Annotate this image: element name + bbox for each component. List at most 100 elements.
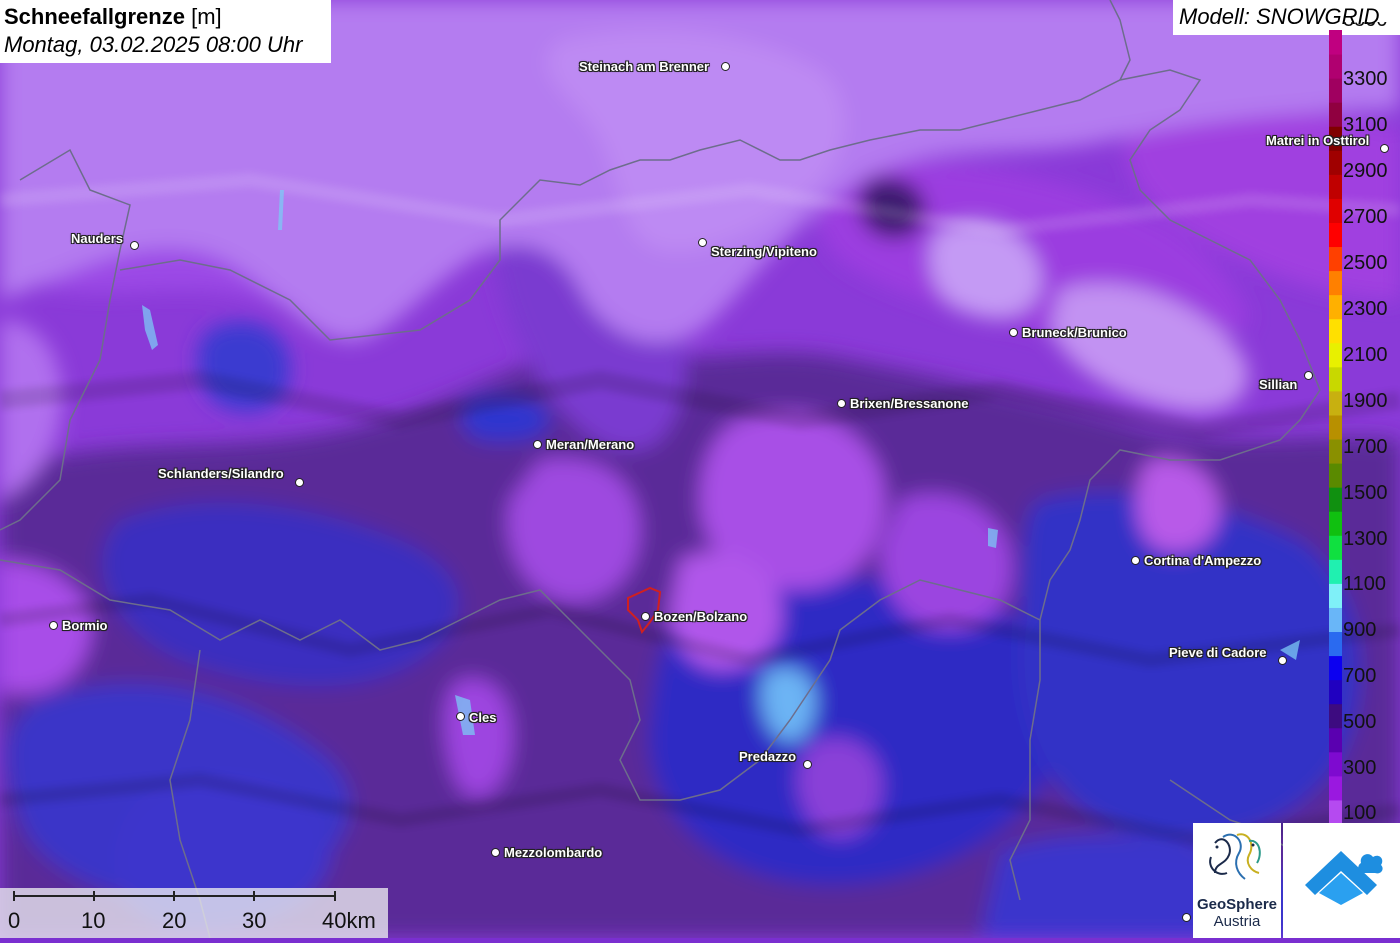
legend-swatch: [1329, 727, 1342, 753]
city-label: Schlanders/Silandro: [158, 466, 284, 481]
weather-app-logo[interactable]: [1283, 823, 1400, 938]
legend-label: 1700: [1343, 436, 1388, 458]
scale-bar: 0 10 20 30 40km: [0, 888, 388, 938]
city-marker[interactable]: [1380, 144, 1389, 153]
weather-app-icon: [1305, 851, 1383, 905]
legend-label: 100: [1343, 802, 1377, 824]
legend-swatch: [1329, 751, 1342, 777]
legend-label: 300: [1343, 757, 1377, 779]
legend-label: 2100: [1343, 344, 1388, 366]
color-legend: 3500 3300 3100 2900 2700 2500 2300 2100 1900 1700…: [1329, 22, 1400, 824]
city-label: Cles: [469, 710, 497, 725]
legend-label: 500: [1343, 711, 1377, 733]
map-title-main: Schneefallgrenze: [4, 4, 185, 29]
city-label: Predazzo: [739, 749, 797, 764]
geosphere-logo[interactable]: GeoSphere Austria: [1193, 823, 1281, 938]
legend-swatch: [1329, 463, 1342, 488]
scale-label-0: 0: [8, 908, 21, 933]
legend-swatch: [1329, 631, 1342, 657]
city-marker[interactable]: [698, 238, 707, 247]
scale-label-30: 30: [242, 908, 267, 933]
city-marker[interactable]: [1009, 328, 1018, 337]
city-label: Pieve di Cadore: [1169, 645, 1267, 660]
geosphere-emblem-icon: [1209, 833, 1261, 880]
legend-swatch: [1329, 150, 1342, 175]
city-label: Mezzolombardo: [504, 845, 603, 860]
legend-swatch: [1329, 655, 1342, 681]
legend-swatch: [1329, 559, 1342, 584]
city-marker[interactable]: [641, 612, 650, 621]
city-marker[interactable]: [1304, 371, 1313, 380]
legend-label: 2900: [1343, 160, 1388, 182]
legend-swatch: [1329, 607, 1342, 633]
map-title: Schneefallgrenze [m]: [4, 3, 327, 31]
legend-swatch: [1329, 102, 1342, 127]
legend-swatch: [1329, 198, 1342, 223]
city-marker[interactable]: [803, 760, 812, 769]
city-label: Cortina d'Ampezzo: [1144, 553, 1262, 568]
city-marker[interactable]: [130, 241, 139, 250]
city-label: Bruneck/Brunico: [1022, 325, 1127, 340]
legend-swatch: [1329, 414, 1342, 440]
legend-label-partial: 3500: [1343, 22, 1388, 30]
city-label: Brixen/Bressanone: [850, 396, 969, 411]
city-marker[interactable]: [295, 478, 304, 487]
city-label: Steinach am Brenner: [579, 59, 710, 74]
legend-swatch: [1329, 270, 1342, 296]
city-marker[interactable]: [721, 62, 730, 71]
legend-swatch: [1329, 222, 1342, 248]
legend-swatch: [1329, 342, 1342, 368]
legend-swatch: [1329, 246, 1342, 272]
legend-label: 2300: [1343, 298, 1388, 320]
city-marker[interactable]: [49, 621, 58, 630]
city-marker[interactable]: [1182, 913, 1191, 922]
city-marker[interactable]: [1278, 656, 1287, 665]
city-label: Sillian: [1259, 377, 1298, 392]
legend-label: 2500: [1343, 252, 1388, 274]
city-label: Bozen/Bolzano: [654, 609, 748, 624]
map-title-box: Schneefallgrenze [m] Montag, 03.02.2025 …: [0, 0, 331, 63]
city-label: Nauders: [71, 231, 124, 246]
legend-swatch: [1329, 535, 1342, 560]
legend-swatch: [1329, 679, 1342, 705]
city-label: Matrei in Osttirol: [1266, 133, 1370, 148]
legend-label: 2700: [1343, 206, 1388, 228]
city-marker[interactable]: [456, 712, 465, 721]
legend-label: 3100: [1343, 114, 1388, 136]
geosphere-text: GeoSphere Austria: [1193, 896, 1281, 930]
legend-swatch: [1329, 799, 1342, 824]
legend-swatch: [1329, 390, 1342, 416]
map-datetime: Montag, 03.02.2025 08:00 Uhr: [4, 32, 303, 57]
legend-swatch: [1329, 78, 1342, 103]
scale-label-20: 20: [162, 908, 187, 933]
legend-label: 700: [1343, 665, 1377, 687]
legend-swatch: [1329, 30, 1342, 55]
scale-label-10: 10: [81, 908, 106, 933]
city-marker[interactable]: [837, 399, 846, 408]
city-marker[interactable]: [533, 440, 542, 449]
legend-swatch: [1329, 511, 1342, 536]
legend-swatch: [1329, 703, 1342, 729]
city-label: Bormio: [62, 618, 108, 633]
geosphere-line1: GeoSphere: [1196, 896, 1278, 913]
legend-swatch: [1329, 583, 1342, 608]
legend-swatch: [1329, 54, 1342, 79]
legend-swatch: [1329, 775, 1342, 801]
city-label: Sterzing/Vipiteno: [711, 244, 817, 259]
city-marker[interactable]: [491, 848, 500, 857]
legend-swatch: [1329, 487, 1342, 512]
legend-label: 3300: [1343, 68, 1388, 90]
legend-label: 1500: [1343, 482, 1388, 504]
legend-label: 1900: [1343, 390, 1388, 412]
legend-color-bar: [1329, 30, 1342, 824]
city-marker[interactable]: [1131, 556, 1140, 565]
legend-swatch: [1329, 294, 1342, 320]
legend-label: 1300: [1343, 528, 1388, 550]
map-title-unit: [m]: [191, 4, 222, 29]
legend-swatch: [1329, 439, 1342, 464]
legend-swatch: [1329, 318, 1342, 344]
city-label: Meran/Merano: [546, 437, 635, 452]
scale-label-40km: 40km: [322, 908, 376, 933]
legend-label: 900: [1343, 619, 1377, 641]
legend-swatch: [1329, 174, 1342, 199]
